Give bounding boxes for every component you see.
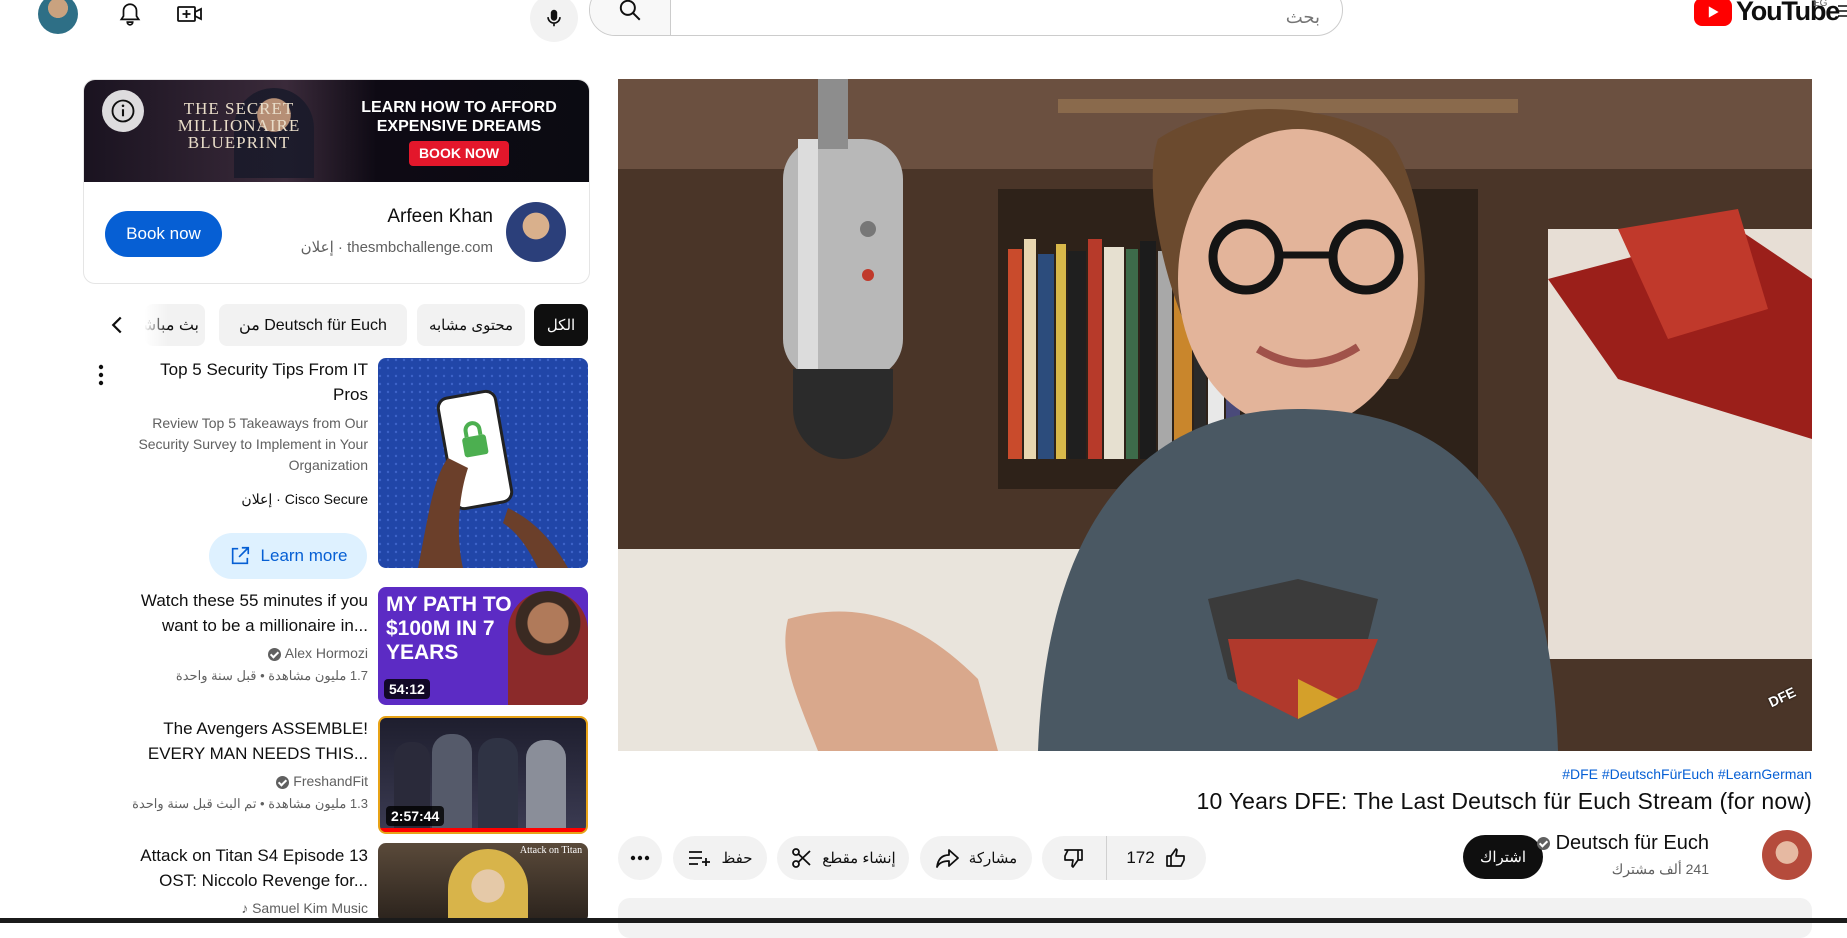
video-duration: 54:12: [384, 679, 430, 699]
create-video-icon[interactable]: [172, 0, 208, 32]
like-count: 172: [1126, 848, 1155, 867]
info-icon: [111, 99, 135, 123]
search-input[interactable]: [671, 0, 1342, 28]
more-horizontal-icon: [630, 855, 650, 861]
ad-banner-right: LEARN HOW TO AFFORD EXPENSIVE DREAMS BOO…: [354, 98, 564, 166]
verified-badge-icon: [276, 775, 290, 789]
more-actions-button[interactable]: [618, 836, 662, 880]
thumbnail-person: [526, 740, 566, 832]
verified-badge-icon: [267, 647, 281, 661]
channel-name-label: Deutsch für Euch: [1555, 832, 1709, 854]
learn-more-button[interactable]: Learn more: [209, 533, 367, 579]
region-code: EG: [1813, 0, 1828, 9]
video-title[interactable]: Attack on Titan S4 Episode 13 OST: Nicco…: [120, 843, 368, 893]
os-taskbar: [0, 918, 1847, 923]
video-thumbnail[interactable]: Attack on Titan: [378, 843, 588, 923]
ad-video-thumbnail[interactable]: [378, 358, 588, 568]
youtube-play-icon: [1694, 0, 1732, 26]
voice-search-mic-icon[interactable]: [530, 0, 578, 42]
video-channel[interactable]: Alex Hormozi: [120, 645, 368, 661]
search-button[interactable]: [590, 0, 671, 35]
music-note-icon: ♪: [241, 900, 249, 916]
chip-related[interactable]: محتوى مشابه: [417, 304, 525, 346]
menu-icon[interactable]: [1838, 4, 1847, 18]
share-label: مشاركة: [968, 850, 1018, 867]
video-hashtags[interactable]: #DFE #DeutschFürEuch #LearnGerman: [1562, 766, 1812, 782]
create-clip-label: إنشاء مقطع: [822, 850, 896, 867]
thumbs-down-icon: [1064, 849, 1083, 868]
thumbnail-text: MY PATH TO $100M IN 7 YEARS: [386, 593, 512, 664]
video-thumbnail[interactable]: 2:57:44: [378, 716, 588, 834]
like-dislike-group: 172: [1042, 836, 1206, 880]
dislike-button[interactable]: [1042, 836, 1107, 880]
video-meta: 1.3 مليون مشاهدة • تم البث قبل سنة واحدة: [132, 796, 368, 811]
ad-info-button[interactable]: [102, 90, 144, 132]
verified-badge-icon: [1537, 837, 1551, 851]
ad-banner[interactable]: THE SECRET MILLIONAIRE BLUEPRINT LEARN H…: [84, 80, 589, 182]
watch-progress-bar: [380, 828, 586, 832]
subscribe-button[interactable]: اشتراك: [1463, 835, 1543, 879]
ad-banner-left-text: THE SECRET MILLIONAIRE BLUEPRINT: [177, 99, 301, 152]
thumbs-up-icon: [1165, 848, 1185, 867]
channel-avatar[interactable]: [1762, 830, 1812, 880]
video-thumbnail[interactable]: MY PATH TO $100M IN 7 YEARS 54:12: [378, 587, 588, 705]
channel-name: Alex Hormozi: [284, 645, 368, 661]
thumbnail-person: [478, 738, 518, 832]
video-title[interactable]: The Avengers ASSEMBLE! EVERY MAN NEEDS T…: [120, 716, 368, 766]
external-link-icon: [231, 546, 249, 565]
video-frame: [618, 79, 1812, 751]
playlist-add-icon: [689, 851, 711, 866]
scissors-icon: [792, 848, 811, 868]
ad-video-title[interactable]: Top 5 Security Tips From IT Pros: [140, 357, 368, 407]
search-bar: [589, 0, 1343, 36]
share-icon: [935, 849, 959, 868]
ad-advertiser-name[interactable]: Arfeen Khan: [387, 206, 493, 228]
learn-more-label: Learn more: [260, 546, 348, 565]
video-player[interactable]: DFE: [618, 79, 1812, 751]
channel-name-main[interactable]: Deutsch für Euch: [1537, 832, 1709, 855]
chips-scroll-chevron-icon[interactable]: [104, 312, 130, 338]
video-meta: 1.7 مليون مشاهدة • قبل سنة واحدة: [175, 668, 368, 683]
chips-fade: [134, 300, 168, 350]
thumbnail-character: [448, 849, 528, 923]
thumbnail-person: [508, 591, 588, 705]
like-button[interactable]: 172: [1107, 836, 1206, 880]
ad-banner-cta: BOOK NOW: [408, 141, 510, 166]
video-duration: 2:57:44: [386, 806, 445, 826]
ad-domain: thesmbchallenge.com · إعلان: [300, 239, 493, 256]
ad-video-sponsor: Cisco Secure · إعلان: [241, 491, 368, 507]
video-title[interactable]: Watch these 55 minutes if you want to be…: [120, 588, 368, 638]
account-avatar[interactable]: [38, 0, 78, 34]
notifications-bell-icon[interactable]: [112, 0, 148, 32]
more-options-icon[interactable]: [86, 360, 116, 390]
video-channel[interactable]: Samuel Kim Music ♪: [120, 900, 368, 916]
save-button[interactable]: حفظ: [673, 836, 767, 880]
ad-video-description: Review Top 5 Takeaways from Our Security…: [138, 415, 368, 473]
ad-banner-headline: LEARN HOW TO AFFORD EXPENSIVE DREAMS: [361, 99, 557, 135]
ad-card[interactable]: THE SECRET MILLIONAIRE BLUEPRINT LEARN H…: [83, 79, 590, 284]
subscriber-count: 241 ألف مشترك: [1611, 861, 1709, 877]
search-icon: [619, 0, 641, 21]
book-now-button[interactable]: Book now: [105, 211, 222, 257]
save-label: حفظ: [721, 850, 753, 867]
chip-all[interactable]: الكل: [534, 304, 588, 346]
chip-from-channel[interactable]: من Deutsch für Euch: [219, 304, 407, 346]
thumbnail-text: Attack on Titan: [519, 845, 583, 856]
video-title-main: 10 Years DFE: The Last Deutsch für Euch …: [1196, 788, 1812, 814]
channel-name: FreshandFit: [293, 773, 368, 789]
ad-advertiser-avatar[interactable]: [506, 202, 566, 262]
channel-name: Samuel Kim Music: [252, 900, 368, 916]
video-channel[interactable]: FreshandFit: [120, 773, 368, 789]
create-clip-button[interactable]: إنشاء مقطع: [777, 836, 909, 880]
share-button[interactable]: مشاركة: [920, 836, 1032, 880]
